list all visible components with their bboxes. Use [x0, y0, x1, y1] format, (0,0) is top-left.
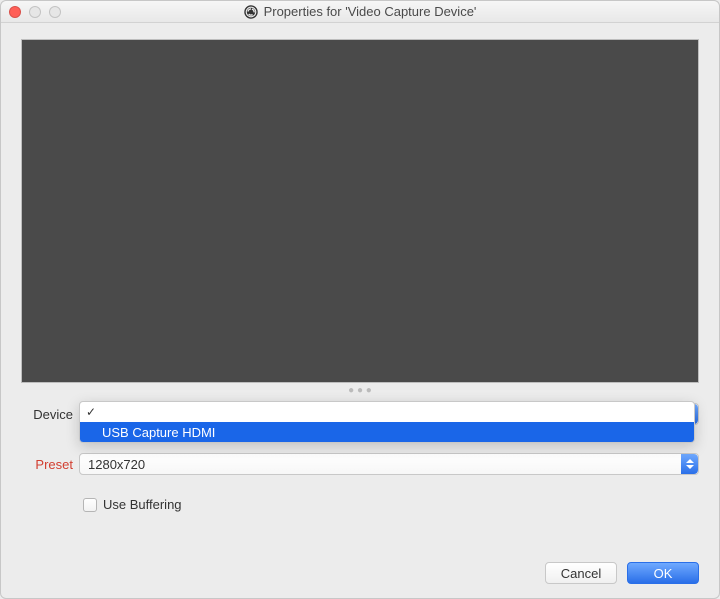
window-minimize-button[interactable] [29, 6, 41, 18]
dialog-content: ● ● ● Device ✓ USB Capture HDMI Preset [1, 23, 719, 598]
preset-select[interactable]: 1280x720 [79, 453, 699, 475]
device-label: Device [21, 407, 79, 422]
device-dropdown: ✓ USB Capture HDMI [79, 401, 695, 443]
dialog-footer: Cancel OK [21, 542, 699, 584]
ok-button-label: OK [654, 566, 673, 581]
obs-icon [244, 5, 258, 19]
preset-select-value: 1280x720 [88, 457, 145, 472]
device-option-blank[interactable]: ✓ [80, 402, 694, 422]
cancel-button-label: Cancel [561, 566, 601, 581]
preset-row: Preset 1280x720 [21, 453, 699, 475]
window-controls [1, 6, 61, 18]
select-stepper-icon [681, 454, 698, 474]
window-title: Properties for 'Video Capture Device' [264, 4, 477, 19]
device-row: Device ✓ USB Capture HDMI [21, 403, 699, 425]
ok-button[interactable]: OK [627, 562, 699, 584]
use-buffering-row: Use Buffering [83, 497, 699, 512]
preset-label: Preset [21, 457, 79, 472]
checkmark-icon: ✓ [86, 405, 96, 419]
video-preview [21, 39, 699, 383]
use-buffering-label: Use Buffering [103, 497, 182, 512]
window-close-button[interactable] [9, 6, 21, 18]
titlebar: Properties for 'Video Capture Device' [1, 1, 719, 23]
device-option-label: USB Capture HDMI [102, 425, 215, 440]
cancel-button[interactable]: Cancel [545, 562, 617, 584]
resize-handle-icon[interactable]: ● ● ● [21, 385, 699, 395]
device-option-usb-capture-hdmi[interactable]: USB Capture HDMI [80, 422, 694, 442]
window-maximize-button[interactable] [49, 6, 61, 18]
properties-form: Device ✓ USB Capture HDMI Preset 1280x72… [21, 403, 699, 512]
use-buffering-checkbox[interactable] [83, 498, 97, 512]
